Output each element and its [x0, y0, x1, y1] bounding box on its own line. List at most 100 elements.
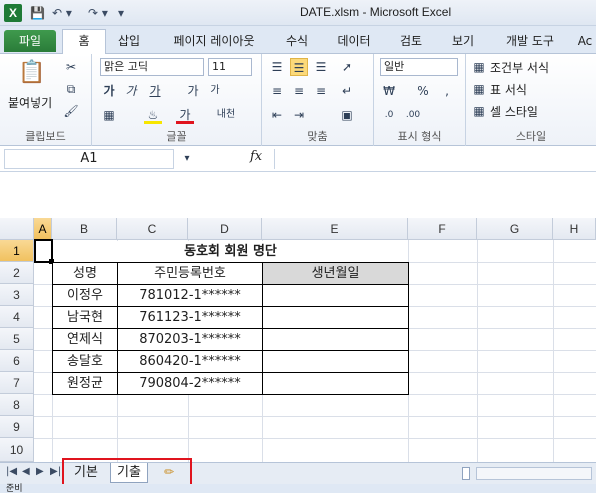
decrease-indent-icon[interactable]: ⇤: [268, 106, 286, 124]
sheet-title[interactable]: 동호회 회원 명단: [53, 241, 408, 262]
birth-cell[interactable]: [263, 373, 408, 394]
column-header-h[interactable]: H: [553, 218, 596, 240]
phonetic-button[interactable]: 내천: [212, 106, 240, 124]
id-cell[interactable]: 761123-1******: [118, 307, 262, 328]
birth-cell[interactable]: [263, 307, 408, 328]
formula-input[interactable]: [274, 149, 594, 169]
row-header-7[interactable]: 7: [0, 372, 34, 394]
id-cell[interactable]: 781012-1******: [118, 285, 262, 306]
name-box[interactable]: A1: [4, 149, 174, 169]
tab-addins[interactable]: Ac: [574, 30, 596, 52]
align-top-icon[interactable]: ☰: [268, 58, 286, 76]
copy-icon[interactable]: ⧉: [62, 80, 80, 98]
font-size-select[interactable]: 11: [208, 58, 252, 76]
paste-icon[interactable]: 📋: [18, 60, 45, 86]
decrease-decimal-icon[interactable]: .00: [404, 106, 422, 124]
row-header-4[interactable]: 4: [0, 306, 34, 328]
row-header-5[interactable]: 5: [0, 328, 34, 350]
name-cell[interactable]: 연제식: [53, 329, 117, 350]
row-header-8[interactable]: 8: [0, 394, 34, 416]
undo-icon[interactable]: ↶ ▾: [52, 5, 72, 21]
align-middle-icon[interactable]: ☰: [290, 58, 308, 76]
italic-button[interactable]: 가: [122, 82, 140, 100]
currency-icon[interactable]: ₩: [380, 82, 398, 100]
column-header-b[interactable]: B: [52, 218, 117, 240]
birth-cell[interactable]: [263, 285, 408, 306]
comma-icon[interactable]: ,: [438, 82, 456, 100]
increase-indent-icon[interactable]: ⇥: [290, 106, 308, 124]
tab-insert[interactable]: 삽입: [114, 30, 144, 52]
customize-toolbar-icon[interactable]: ▾: [118, 5, 124, 21]
column-header-d[interactable]: D: [188, 218, 262, 240]
font-name-select[interactable]: 맑은 고딕: [100, 58, 204, 76]
cell-styles-icon[interactable]: ▦: [470, 102, 488, 120]
id-cell[interactable]: 790804-2******: [118, 373, 262, 394]
header-birthdate[interactable]: 생년월일: [263, 263, 408, 284]
row-header-2[interactable]: 2: [0, 262, 34, 284]
wrap-text-icon[interactable]: ↵: [338, 82, 356, 100]
id-cell[interactable]: 870203-1******: [118, 329, 262, 350]
row-header-3[interactable]: 3: [0, 284, 34, 306]
header-name[interactable]: 성명: [53, 263, 117, 284]
tab-formulas[interactable]: 수식: [282, 30, 312, 52]
align-center-icon[interactable]: ≡: [290, 82, 308, 100]
tab-page-layout[interactable]: 페이지 레이아웃: [166, 30, 262, 52]
conditional-format-icon[interactable]: ▦: [470, 58, 488, 76]
align-left-icon[interactable]: ≡: [268, 82, 286, 100]
tab-home[interactable]: 홈: [62, 29, 106, 55]
shrink-font-button[interactable]: 가: [206, 82, 224, 100]
save-icon[interactable]: 💾: [30, 5, 45, 21]
cut-icon[interactable]: ✂: [62, 58, 80, 76]
increase-decimal-icon[interactable]: .0: [380, 106, 398, 124]
row-header-1[interactable]: 1: [0, 240, 34, 262]
prev-sheet-icon[interactable]: ◀: [22, 466, 30, 477]
excel-icon[interactable]: X: [4, 4, 22, 22]
format-table-icon[interactable]: ▦: [470, 80, 488, 98]
paste-button[interactable]: 붙여넣기: [8, 94, 52, 111]
row-header-6[interactable]: 6: [0, 350, 34, 372]
select-all-corner[interactable]: [0, 218, 34, 240]
name-cell[interactable]: 이정우: [53, 285, 117, 306]
name-cell[interactable]: 남국현: [53, 307, 117, 328]
redo-icon[interactable]: ↷ ▾: [88, 5, 108, 21]
underline-button[interactable]: 가: [146, 82, 164, 100]
column-header-c[interactable]: C: [117, 218, 188, 240]
header-id-number[interactable]: 주민등록번호: [118, 263, 262, 284]
align-right-icon[interactable]: ≡: [312, 82, 330, 100]
grow-font-button[interactable]: 가: [184, 82, 202, 100]
merge-center-icon[interactable]: ▣: [338, 106, 356, 124]
insert-function-button[interactable]: fx: [250, 149, 262, 164]
last-sheet-icon[interactable]: ▶|: [50, 466, 61, 477]
font-color-button[interactable]: 가: [176, 106, 194, 124]
tab-data[interactable]: 데이터: [332, 30, 376, 52]
tab-file[interactable]: 파일: [4, 30, 56, 52]
align-bottom-icon[interactable]: ☰: [312, 58, 330, 76]
tab-split-handle[interactable]: [462, 467, 470, 480]
borders-icon[interactable]: ▦: [100, 106, 118, 124]
row-header-10[interactable]: 10: [0, 438, 34, 462]
tab-view[interactable]: 보기: [448, 30, 478, 52]
name-cell[interactable]: 송달호: [53, 351, 117, 372]
column-header-g[interactable]: G: [477, 218, 553, 240]
birth-cell[interactable]: [263, 351, 408, 372]
name-cell[interactable]: 원정균: [53, 373, 117, 394]
tab-developer[interactable]: 개발 도구: [500, 30, 560, 52]
birth-cell[interactable]: [263, 329, 408, 350]
number-format-select[interactable]: 일반: [380, 58, 458, 76]
horizontal-scrollbar[interactable]: [476, 467, 592, 480]
column-header-a[interactable]: A: [34, 218, 52, 240]
tab-review[interactable]: 검토: [396, 30, 426, 52]
format-table-button[interactable]: 표 서식: [490, 81, 527, 98]
next-sheet-icon[interactable]: ▶: [36, 466, 44, 477]
column-header-f[interactable]: F: [408, 218, 477, 240]
name-box-dropdown-icon[interactable]: ▾: [178, 150, 196, 168]
fill-color-icon[interactable]: ♨: [144, 106, 162, 124]
conditional-format-button[interactable]: 조건부 서식: [490, 59, 549, 76]
first-sheet-icon[interactable]: |◀: [6, 466, 17, 477]
format-painter-icon[interactable]: 🖌: [62, 102, 80, 120]
cell-styles-button[interactable]: 셀 스타일: [490, 103, 538, 120]
row-header-9[interactable]: 9: [0, 416, 34, 438]
bold-button[interactable]: 가: [100, 82, 118, 100]
percent-icon[interactable]: %: [414, 82, 432, 100]
orientation-icon[interactable]: ➚: [338, 58, 356, 76]
